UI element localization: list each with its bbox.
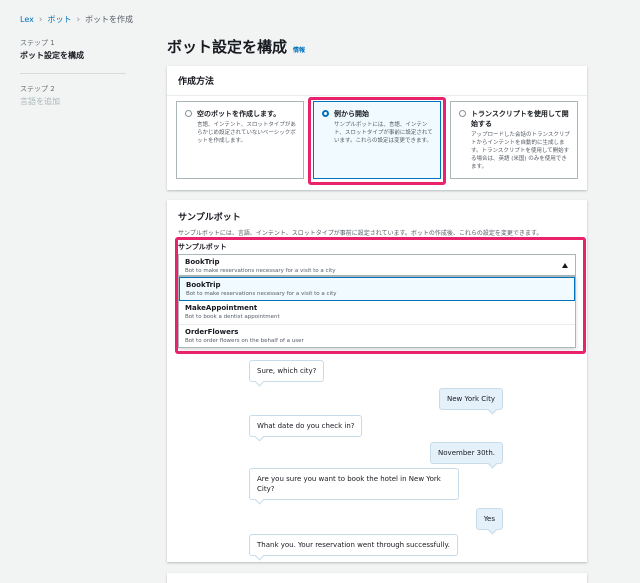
option-blank-bot[interactable]: 空のボットを作成します。 言語、インテント、スロットタイプがあらかじめ設定されて…	[176, 101, 304, 179]
radio-blank-bot[interactable]	[185, 110, 192, 117]
chat-bubble-user: November 30th.	[430, 442, 503, 464]
step-1-label: ステップ 1	[20, 39, 55, 47]
page-title: ボット設定を構成	[167, 38, 288, 56]
step-divider	[20, 73, 126, 74]
option-transcript-desc: アップロードした会話のトランスクリプトからインテントを自動的に生成します。トラン…	[471, 132, 570, 170]
option-blank-bot-desc: 言語、インテント、スロットタイプがあらかじめ設定されていないベーシックボットを作…	[197, 122, 296, 144]
option-transcript[interactable]: トランスクリプトを使用して開始する アップロードした会話のトランスクリプトからイ…	[450, 101, 578, 179]
breadcrumb: Lex › ボット › ボットを作成	[20, 14, 133, 25]
page-title-row: ボット設定を構成 情報	[167, 36, 305, 57]
chevron-right-icon: ›	[38, 14, 43, 25]
chat-bubble-bot: Sure, which city?	[249, 360, 325, 382]
breadcrumb-create-bot: ボットを作成	[85, 15, 134, 24]
breadcrumb-bots[interactable]: ボット	[47, 14, 71, 25]
radio-transcript[interactable]	[459, 110, 466, 117]
sample-bot-title: サンプルボット	[178, 213, 241, 223]
chat-bubble-user: Yes	[475, 508, 503, 530]
chat-bubble-bot: What date do you check in?	[249, 415, 363, 437]
chat-bubble-user: New York City	[439, 388, 503, 410]
step-2-label: ステップ 2	[20, 85, 55, 93]
highlight-frame-dropdown	[175, 237, 586, 354]
highlight-frame-option	[308, 97, 446, 185]
sample-conversation: Sure, which city? New York City What dat…	[237, 350, 517, 556]
wizard-steps: ステップ 1 ボット設定を構成 ステップ 2 言語を追加	[20, 38, 128, 107]
chevron-right-icon: ›	[76, 14, 81, 25]
breadcrumb-lex[interactable]: Lex	[20, 15, 34, 24]
creation-method-header: 作成方法	[167, 66, 587, 96]
sample-bot-desc: サンプルボットには、言語、インテント、スロットタイプが事前に設定されています。ボ…	[178, 230, 543, 237]
option-blank-bot-title: 空のボットを作成します。	[197, 110, 281, 118]
step-2-title: 言語を追加	[20, 97, 60, 106]
next-panel	[167, 573, 587, 583]
option-transcript-title: トランスクリプトを使用して開始する	[471, 110, 569, 128]
step-1-title[interactable]: ボット設定を構成	[20, 50, 128, 61]
info-link[interactable]: 情報	[293, 45, 305, 54]
chat-bubble-bot: Thank you. Your reservation went through…	[249, 534, 458, 556]
chat-bubble-bot: Are you sure you want to book the hotel …	[249, 468, 459, 500]
